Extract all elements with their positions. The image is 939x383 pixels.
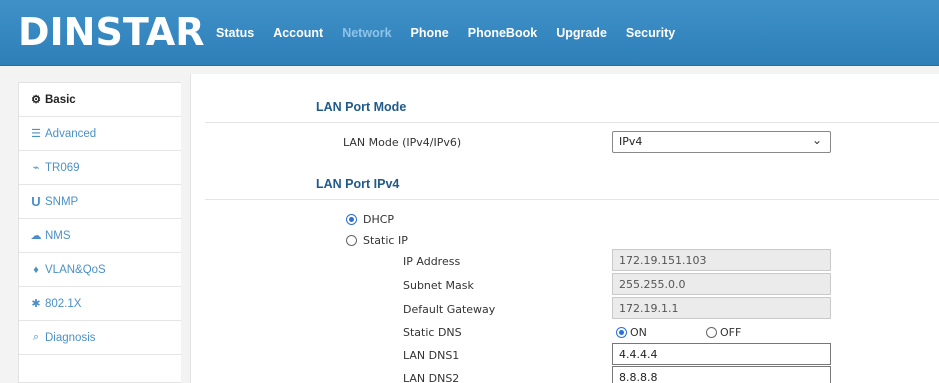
dinstar-logo: DINSTAR xyxy=(18,10,205,54)
sidebar-item-label: SNMP xyxy=(45,195,79,208)
lan-mode-value: IPv4 xyxy=(619,135,643,148)
sidebar-item-label: VLAN&QoS xyxy=(45,263,106,276)
sidebar: ⚙ Basic ☰ Advanced ⌁ TR069 U SNMP ☁ NMS … xyxy=(18,82,181,383)
section-title-lan-port-mode: LAN Port Mode xyxy=(316,100,407,114)
nav-status[interactable]: Status xyxy=(216,26,254,40)
subnet-mask-label: Subnet Mask xyxy=(403,279,474,292)
static-dns-on-radio[interactable] xyxy=(616,327,627,338)
nav-upgrade[interactable]: Upgrade xyxy=(556,26,607,40)
nav-account[interactable]: Account xyxy=(273,26,323,40)
sidebar-item-advanced[interactable]: ☰ Advanced xyxy=(19,117,181,151)
sidebar-item-label: Advanced xyxy=(45,127,97,140)
sidebar-item-vlan-qos[interactable]: ♦ VLAN&QoS xyxy=(19,253,181,287)
cloud-icon: ☁ xyxy=(30,230,42,242)
static-ip-label: Static IP xyxy=(363,234,408,247)
section-title-lan-port-ipv4: LAN Port IPv4 xyxy=(316,177,400,191)
settings-panel: LAN Port Mode LAN Mode (IPv4/IPv6) IPv4 … xyxy=(190,74,939,383)
nav-phone[interactable]: Phone xyxy=(411,26,449,40)
sidebar-item-label: Basic xyxy=(45,93,76,106)
list-icon: ☰ xyxy=(31,128,41,140)
section-divider xyxy=(205,199,939,200)
dhcp-radio[interactable] xyxy=(346,214,357,225)
sidebar-item-snmp[interactable]: U SNMP xyxy=(19,185,181,219)
basic-icon: ⚙ xyxy=(31,94,41,106)
link-icon: ⌁ xyxy=(32,162,40,174)
main-nav: Status Account Network Phone PhoneBook U… xyxy=(216,0,694,66)
static-dns-on-label: ON xyxy=(630,326,647,339)
section-divider xyxy=(205,122,939,123)
default-gateway-field: 172.19.1.1 xyxy=(612,297,831,319)
lan-mode-select[interactable]: IPv4 ⌄ xyxy=(612,131,831,153)
snmp-icon: U xyxy=(31,194,41,209)
sidebar-item-tr069[interactable]: ⌁ TR069 xyxy=(19,151,181,185)
pin-icon: ♦ xyxy=(33,263,39,276)
chevron-down-icon: ⌄ xyxy=(811,133,822,147)
asterisk-icon: ✱ xyxy=(31,298,41,310)
sidebar-item-label: TR069 xyxy=(45,161,80,174)
top-header-bar: DINSTAR Status Account Network Phone Pho… xyxy=(0,0,939,66)
ip-address-field: 172.19.151.103 xyxy=(612,249,831,271)
sidebar-item-diagnosis[interactable]: ⌕ Diagnosis xyxy=(19,321,181,355)
sidebar-item-label: NMS xyxy=(45,229,71,242)
nav-security[interactable]: Security xyxy=(626,26,675,40)
search-icon: ⌕ xyxy=(32,331,40,343)
lan-dns1-label: LAN DNS1 xyxy=(403,349,460,362)
default-gateway-label: Default Gateway xyxy=(403,303,496,316)
static-dns-off-label: OFF xyxy=(720,326,742,339)
static-ip-radio[interactable] xyxy=(346,235,357,246)
lan-mode-label: LAN Mode (IPv4/IPv6) xyxy=(343,136,462,149)
static-dns-off-radio[interactable] xyxy=(706,327,717,338)
ip-address-label: IP Address xyxy=(403,255,461,268)
dhcp-label: DHCP xyxy=(363,213,395,226)
sidebar-item-8021x[interactable]: ✱ 802.1X xyxy=(19,287,181,321)
static-dns-label: Static DNS xyxy=(403,326,462,339)
sidebar-item-label: 802.1X xyxy=(45,297,82,310)
lan-dns2-input[interactable]: 8.8.8.8 xyxy=(612,366,831,383)
lan-dns1-input[interactable]: 4.4.4.4 xyxy=(612,343,831,365)
sidebar-item-basic[interactable]: ⚙ Basic xyxy=(19,83,181,117)
nav-phonebook[interactable]: PhoneBook xyxy=(468,26,537,40)
lan-dns2-label: LAN DNS2 xyxy=(403,372,460,383)
nav-network[interactable]: Network xyxy=(342,26,391,40)
sidebar-item-label: Diagnosis xyxy=(45,331,96,344)
subnet-mask-field: 255.255.0.0 xyxy=(612,273,831,295)
sidebar-item-nms[interactable]: ☁ NMS xyxy=(19,219,181,253)
